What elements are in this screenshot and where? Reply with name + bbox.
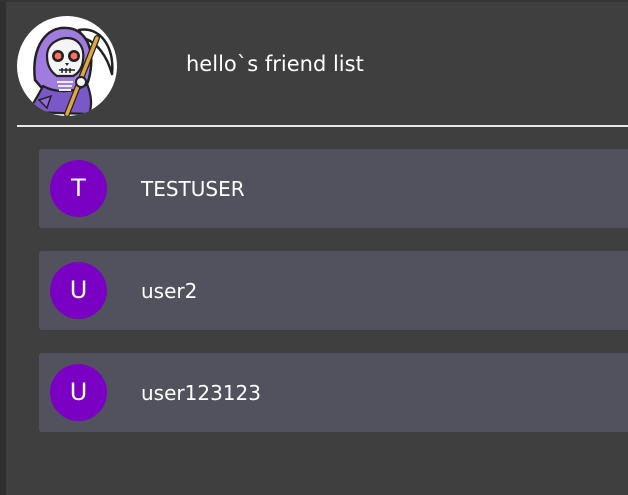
page-title: hello`s friend list [186,52,364,76]
friend-list-header: hello`s friend list [0,0,628,127]
friend-avatar: U [50,262,107,319]
grim-reaper-icon [27,26,114,116]
profile-avatar[interactable] [17,16,117,116]
friend-item[interactable]: U user2 [39,251,628,330]
friend-name: TESTUSER [141,177,245,201]
friend-avatar: U [50,364,107,421]
friend-item[interactable]: T TESTUSER [39,149,628,228]
friend-item[interactable]: U user123123 [39,353,628,432]
friend-name: user123123 [141,381,261,405]
friend-name: user2 [141,279,198,303]
header-divider [17,125,628,127]
friend-list: T TESTUSER U user2 U user123123 [39,149,628,455]
friend-avatar: T [50,160,107,217]
